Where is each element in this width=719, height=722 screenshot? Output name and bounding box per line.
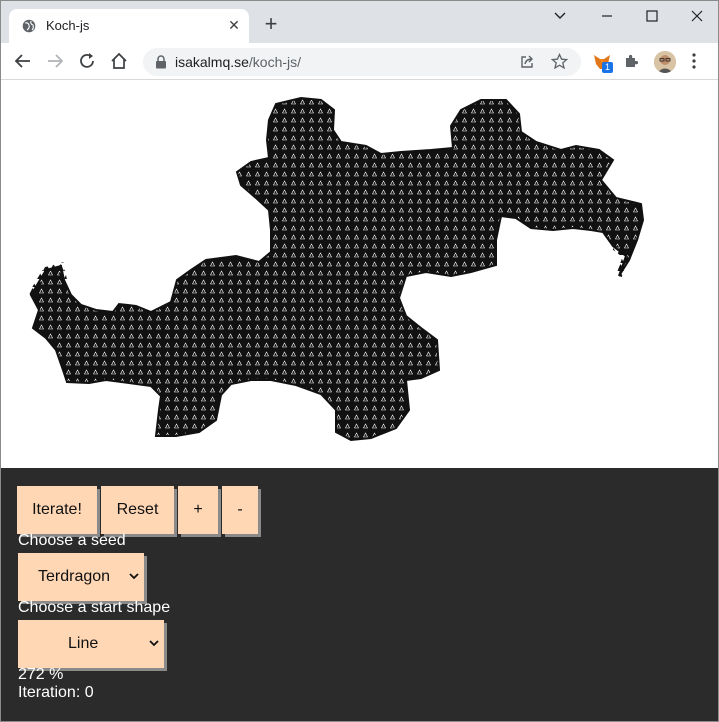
star-icon[interactable]	[551, 53, 568, 70]
shape-select[interactable]: Line	[18, 620, 164, 668]
share-icon[interactable]	[519, 54, 535, 70]
tab-search-button[interactable]	[537, 1, 583, 31]
seed-select-value: Terdragon	[38, 568, 111, 585]
zoom-in-button[interactable]: +	[178, 486, 218, 534]
shape-label: Choose a start shape	[18, 599, 171, 616]
minimize-button[interactable]	[584, 1, 630, 31]
home-icon	[111, 52, 127, 69]
lock-icon	[156, 55, 166, 69]
forward-button[interactable]	[43, 49, 67, 73]
arrow-left-icon	[14, 54, 30, 68]
minimize-icon	[602, 15, 612, 17]
close-icon	[691, 10, 703, 22]
reload-icon	[80, 53, 94, 68]
chevron-down-icon	[149, 640, 159, 647]
back-button[interactable]	[11, 49, 35, 73]
reset-button[interactable]: Reset	[101, 486, 174, 534]
tab-koch-js[interactable]: Koch-js ✕	[9, 9, 249, 43]
url-text: isakalmq.se/koch-js/	[175, 54, 301, 70]
fractal-canvas[interactable]	[1, 80, 718, 468]
iteration-text: Iteration: 0	[18, 684, 94, 701]
home-button[interactable]	[107, 49, 131, 73]
metamask-extension[interactable]: 1	[592, 52, 613, 73]
address-bar[interactable]: isakalmq.se/koch-js/	[143, 48, 581, 76]
close-window-button[interactable]	[674, 1, 718, 31]
maximize-icon	[646, 10, 658, 22]
avatar[interactable]	[654, 51, 676, 73]
browser-toolbar: isakalmq.se/koch-js/ 1	[1, 43, 718, 80]
extensions-button[interactable]	[623, 52, 643, 72]
tab-close-icon[interactable]: ✕	[226, 17, 242, 33]
page-content: Iterate! Reset + - Choose a seed Terdrag…	[1, 80, 718, 721]
profile-photo	[654, 51, 676, 73]
zoom-out-button[interactable]: -	[222, 486, 258, 534]
url-host: isakalmq.se	[175, 54, 249, 70]
iterate-button[interactable]: Iterate!	[17, 486, 97, 534]
puzzle-icon	[626, 54, 639, 67]
url-path: /koch-js/	[248, 54, 302, 70]
chevron-down-icon	[554, 12, 566, 19]
extension-badge: 1	[602, 62, 613, 73]
browser-window: Koch-js ✕ + isakalmq.se/koch-js/ 1 Itera…	[0, 0, 719, 722]
globe-icon	[22, 19, 36, 33]
arrow-right-icon	[48, 54, 64, 68]
more-menu-icon[interactable]	[691, 52, 697, 70]
shape-select-value: Line	[68, 635, 99, 652]
reload-button[interactable]	[75, 49, 99, 73]
maximize-button[interactable]	[629, 1, 675, 31]
tab-strip: Koch-js ✕ +	[1, 1, 718, 43]
seed-label: Choose a seed	[18, 532, 126, 549]
terdragon-fractal	[28, 96, 645, 442]
chevron-down-icon	[129, 573, 139, 580]
new-tab-button[interactable]: +	[259, 13, 283, 37]
zoom-level-text: 272 %	[18, 666, 64, 683]
tab-title: Koch-js	[46, 18, 90, 33]
seed-select[interactable]: Terdragon	[18, 553, 144, 601]
